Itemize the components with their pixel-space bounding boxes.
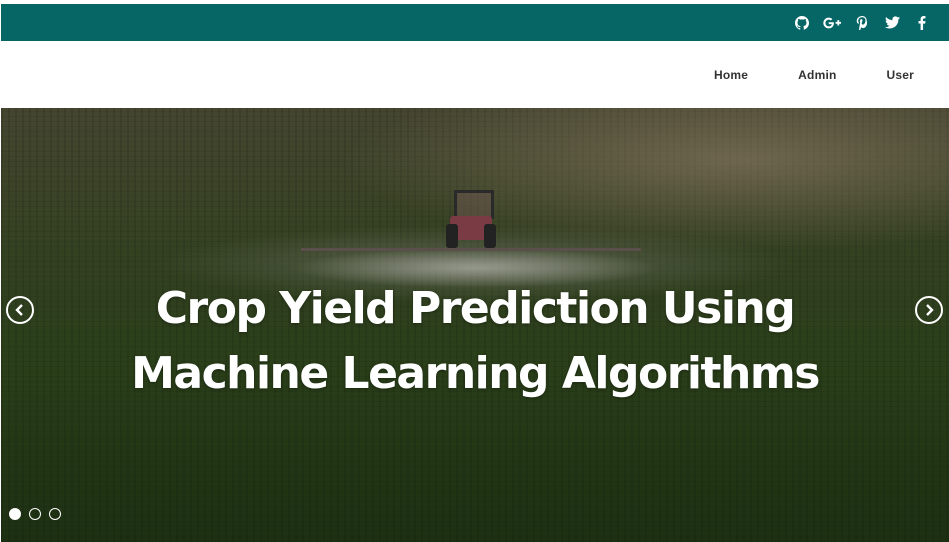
- carousel-indicators: [9, 508, 61, 520]
- social-links: [787, 4, 937, 41]
- top-bar: [1, 4, 949, 41]
- navbar: Home Admin User: [1, 41, 949, 108]
- hero-title-line2: Machine Learning Algorithms: [131, 348, 820, 399]
- main-nav: Home Admin User: [664, 41, 914, 108]
- facebook-icon[interactable]: [907, 4, 937, 41]
- nav-home-link[interactable]: Home: [714, 68, 748, 82]
- carousel-prev-button[interactable]: [6, 296, 34, 324]
- chevron-right-icon: [926, 304, 934, 316]
- pinterest-icon[interactable]: [847, 4, 877, 41]
- carousel-dot-3[interactable]: [49, 508, 61, 520]
- hero-title-line1: Crop Yield Prediction Using: [155, 283, 796, 334]
- chevron-left-icon: [15, 304, 23, 316]
- nav-admin-link[interactable]: Admin: [798, 68, 836, 82]
- tractor-image: [446, 190, 496, 252]
- google-plus-icon[interactable]: [817, 4, 847, 41]
- hero-carousel: Crop Yield Prediction Using Machine Lear…: [1, 108, 949, 542]
- carousel-dot-2[interactable]: [29, 508, 41, 520]
- carousel-dot-1[interactable]: [9, 508, 21, 520]
- hero-title: Crop Yield Prediction Using Machine Lear…: [1, 276, 949, 406]
- twitter-icon[interactable]: [877, 4, 907, 41]
- github-icon[interactable]: [787, 4, 817, 41]
- nav-user-link[interactable]: User: [887, 68, 914, 82]
- carousel-next-button[interactable]: [915, 296, 943, 324]
